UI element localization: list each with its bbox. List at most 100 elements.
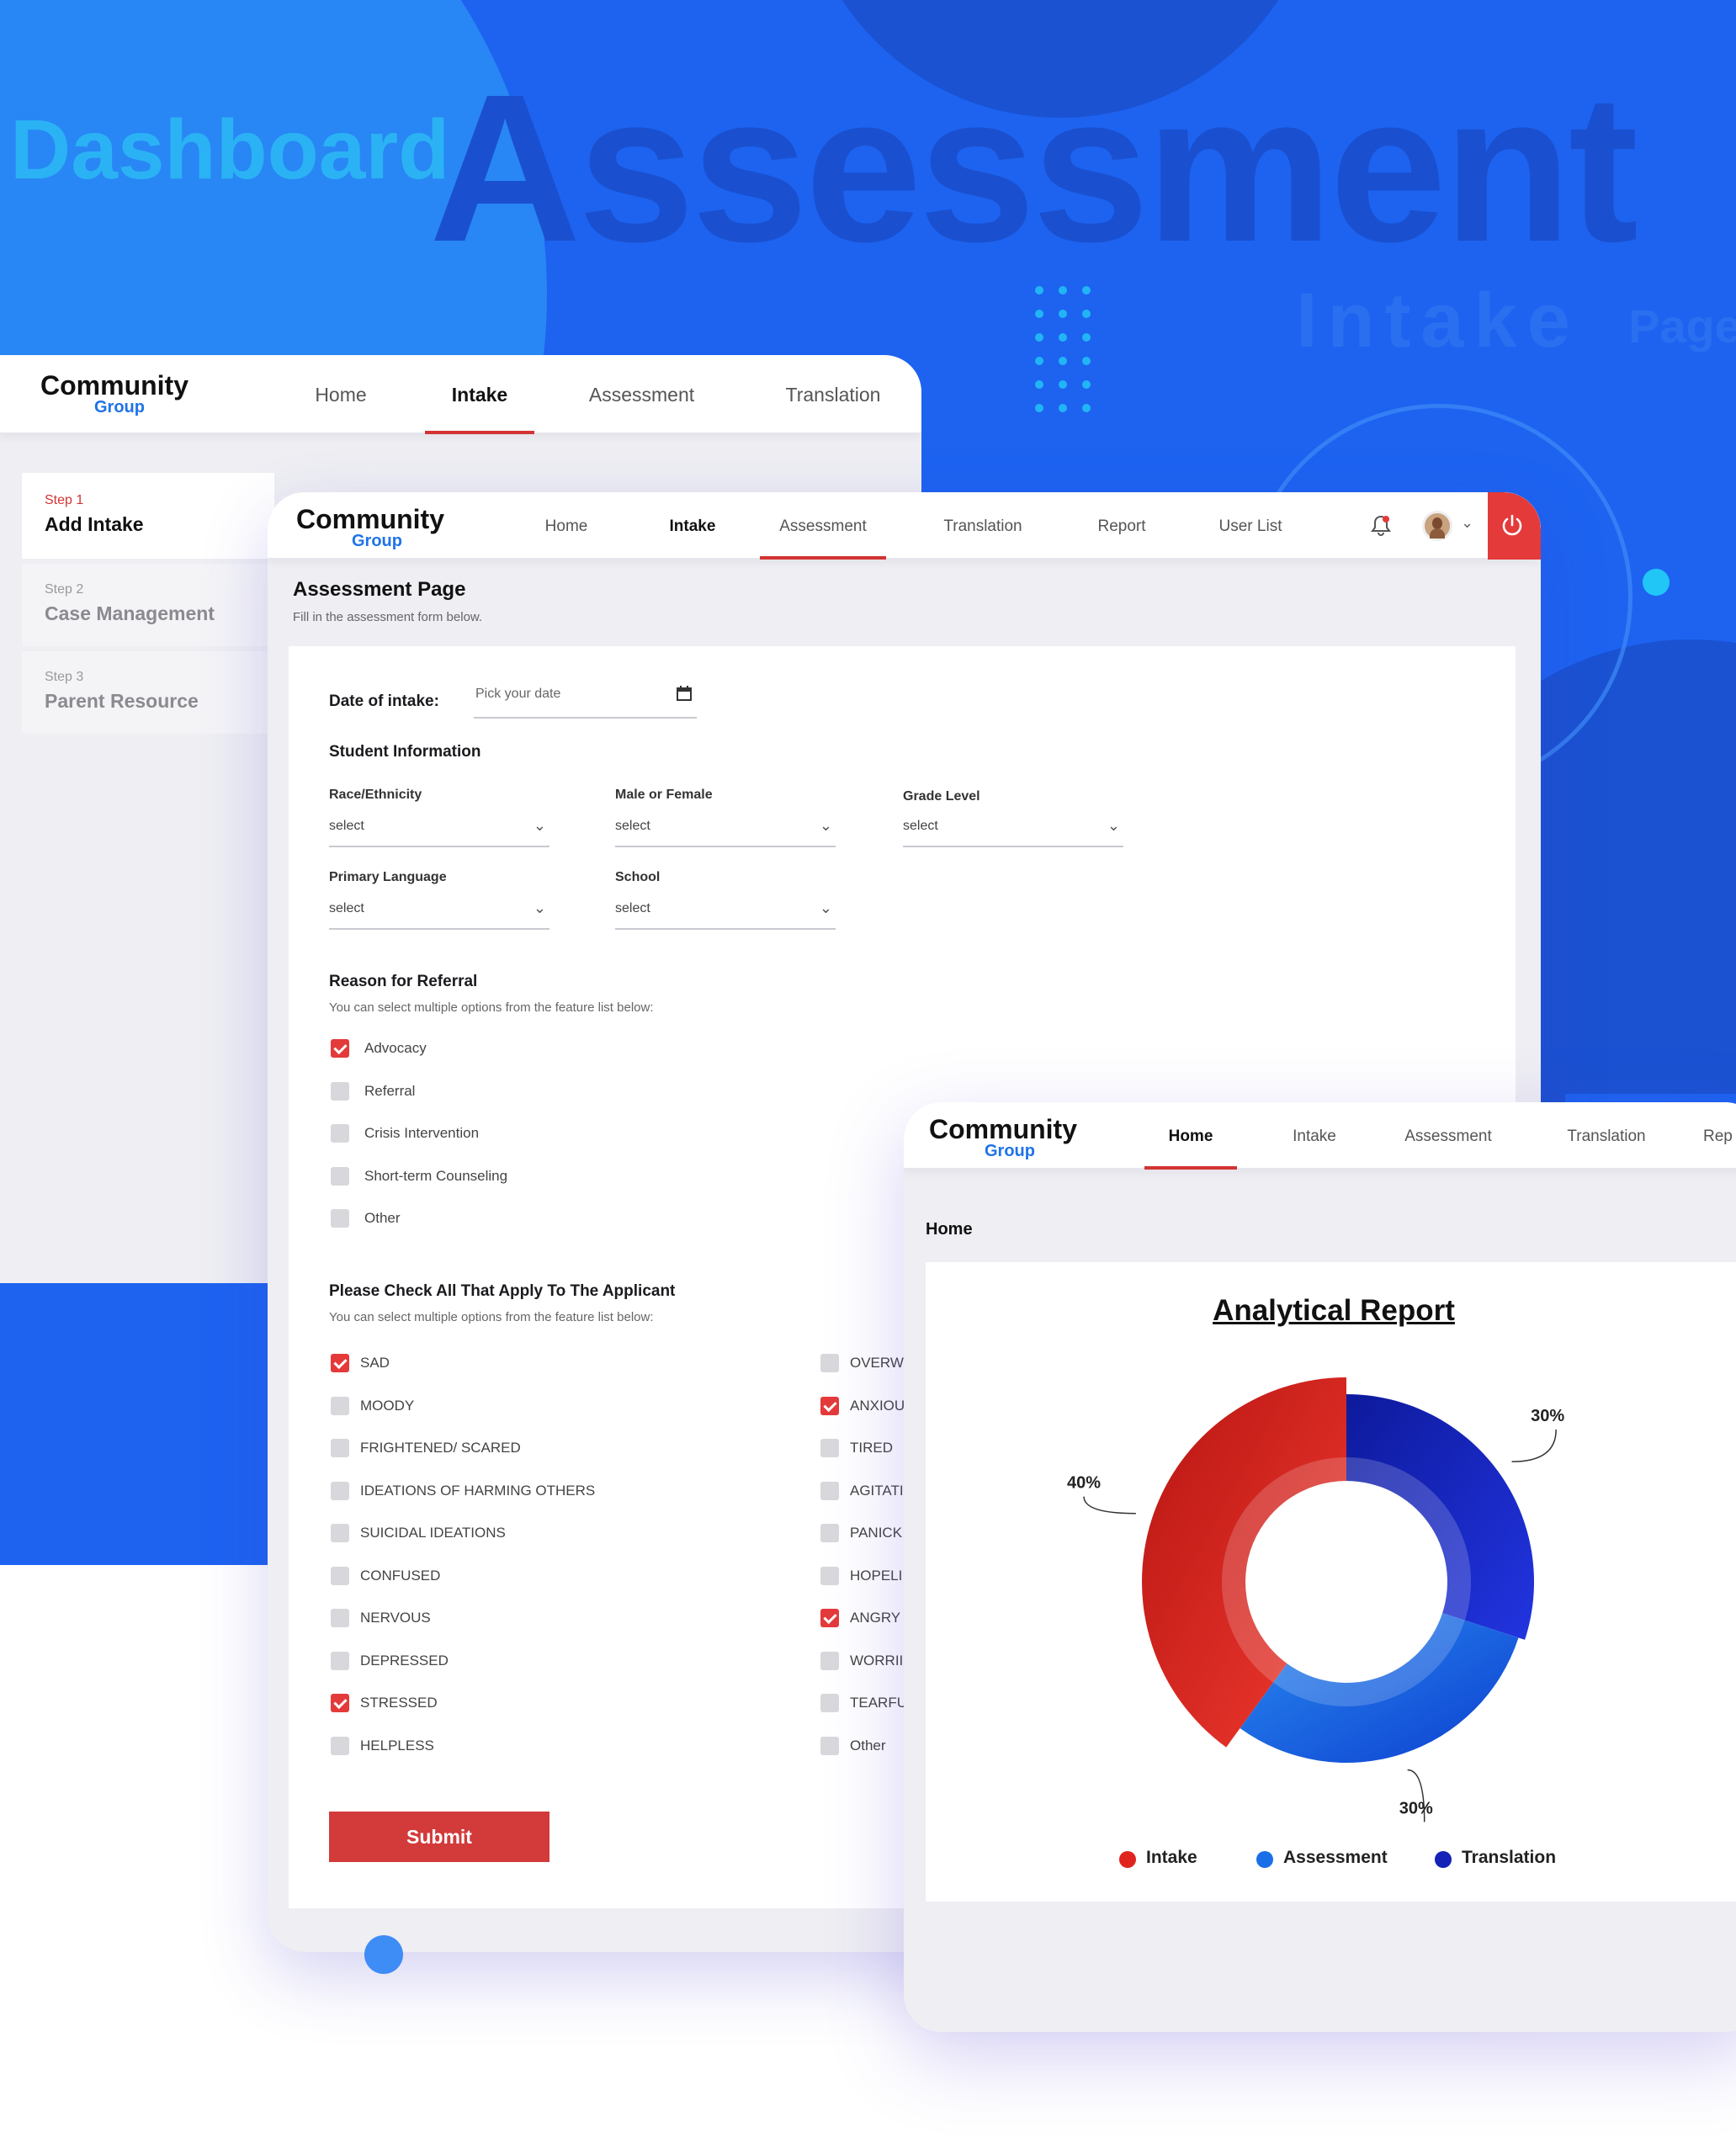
leader-line [1511,1429,1557,1462]
checkbox-depressed[interactable] [331,1652,349,1670]
nav-report[interactable]: Rep [1703,1127,1736,1146]
date-input[interactable]: Pick your date [474,680,697,719]
hero-background-strip [0,1283,269,1561]
checkbox-suicidal-ideations[interactable] [331,1524,349,1542]
decor-dot-grid [1035,286,1091,412]
chevron-down-icon: ⌄ [533,817,546,834]
chevron-down-icon: ⌄ [819,817,832,834]
race-ethnicity-select[interactable]: select ⌄ [329,810,549,847]
nav-home[interactable]: Home [520,517,613,536]
slice-label-intake: 40% [1067,1474,1101,1493]
checkbox-label: ANXIOU [850,1398,905,1414]
calendar-icon[interactable] [676,685,693,702]
legend-swatch-intake [1119,1851,1136,1868]
step-item-case-management[interactable]: Step 2 Case Management [22,564,274,646]
hero-word-dashboard: Dashboard [10,103,450,197]
checkbox-label: CONFUSED [360,1568,441,1584]
checkbox-label: SUICIDAL IDEATIONS [360,1525,506,1541]
breadcrumb: Home [926,1220,973,1239]
checkbox-other-applicant[interactable] [820,1737,839,1755]
checkbox-agitated[interactable] [820,1482,839,1500]
checkbox-label: AGITATI [850,1483,904,1499]
checkbox-other[interactable] [331,1209,349,1228]
step-item-parent-resource[interactable]: Step 3 Parent Resource [22,651,274,734]
chevron-down-icon: ⌄ [533,899,546,916]
checkbox-helpless[interactable] [331,1737,349,1755]
logo[interactable]: Community Group [40,372,188,416]
referral-hint: You can select multiple options from the… [329,1000,654,1015]
checkbox-label: Other [364,1210,401,1226]
nav-intake[interactable]: Intake [1268,1127,1361,1146]
nav-intake[interactable]: Intake [646,517,739,536]
slice-label-assessment: 30% [1399,1799,1433,1817]
primary-language-select[interactable]: select ⌄ [329,893,549,930]
date-placeholder: Pick your date [475,687,561,701]
page-title: Assessment Page [293,578,466,601]
chevron-down-icon: ⌄ [1107,817,1120,834]
checkbox-stressed[interactable] [331,1694,349,1712]
checkbox-label: Other [850,1738,886,1753]
section-reason-for-referral: Reason for Referral [329,973,478,990]
nav-intake[interactable]: Intake [425,384,534,406]
checkbox-referral[interactable] [331,1082,349,1101]
checkbox-tearful[interactable] [820,1694,839,1712]
chevron-down-icon[interactable]: ⌄ [1461,514,1473,532]
nav-assessment[interactable]: Assessment [572,384,711,406]
checkbox-tired[interactable] [820,1439,839,1457]
donut-inner-ring [1222,1457,1471,1706]
nav-assessment[interactable]: Assessment [760,517,886,536]
leader-line [1083,1496,1136,1515]
checkbox-label: STRESSED [360,1695,438,1711]
checkbox-sad[interactable] [331,1354,349,1372]
decor-dot [1643,569,1670,596]
nav-report[interactable]: Report [1075,517,1168,536]
checkbox-worried[interactable] [820,1652,839,1670]
nav-translation[interactable]: Translation [762,384,905,406]
checkbox-label: Crisis Intervention [364,1125,480,1141]
checkbox-nervous[interactable] [331,1609,349,1627]
checkbox-overwhelmed[interactable] [820,1354,839,1372]
legend-label-translation: Translation [1462,1848,1557,1867]
nav-translation[interactable]: Translation [1543,1127,1670,1146]
school-select[interactable]: select ⌄ [615,893,836,930]
nav-active-indicator [425,431,534,434]
checkbox-angry[interactable] [820,1609,839,1627]
nav-user-list[interactable]: User List [1200,517,1301,536]
nav-home[interactable]: Home [295,384,387,406]
intake-navbar: Community Group Home Intake Assessment T… [0,355,921,434]
checkbox-advocacy[interactable] [331,1039,349,1058]
checkbox-anxious[interactable] [820,1397,839,1415]
bell-icon[interactable] [1370,514,1392,538]
report-navbar: Community Group Home Intake Assessment T… [904,1102,1736,1170]
step-number: Step 2 [45,582,84,597]
logo[interactable]: Community Group [296,506,444,549]
checkbox-confused[interactable] [331,1567,349,1585]
avatar[interactable] [1422,511,1452,541]
nav-assessment[interactable]: Assessment [1385,1127,1511,1146]
section-applicant-checks: Please Check All That Apply To The Appli… [329,1282,676,1300]
nav-home[interactable]: Home [1144,1127,1237,1146]
chevron-down-icon: ⌄ [819,899,832,916]
checkbox-moody[interactable] [331,1397,349,1415]
checkbox-short-term-counseling[interactable] [331,1167,349,1186]
checkbox-label: MOODY [360,1398,415,1414]
checkbox-label: SAD [360,1355,390,1371]
checkbox-label: OVERW [850,1355,904,1371]
gender-select[interactable]: select ⌄ [615,810,836,847]
nav-translation[interactable]: Translation [920,517,1046,536]
checkbox-label: TEARFU [850,1695,907,1711]
logout-button[interactable] [1488,492,1541,560]
checkbox-frightened[interactable] [331,1439,349,1457]
submit-button[interactable]: Submit [329,1812,549,1862]
checkbox-panicky[interactable] [820,1524,839,1542]
checkbox-label: DEPRESSED [360,1653,449,1669]
checkbox-crisis-intervention[interactable] [331,1124,349,1143]
logo[interactable]: Community Group [929,1116,1077,1159]
step-item-add-intake[interactable]: Step 1 Add Intake [22,473,274,559]
hero-word-intake: Intake [1296,278,1580,363]
field-label: Primary Language [329,870,447,884]
grade-level-select[interactable]: select ⌄ [903,810,1123,847]
checkbox-ideations-harming[interactable] [331,1482,349,1500]
checkbox-hopeless[interactable] [820,1567,839,1585]
section-student-information: Student Information [329,743,481,761]
